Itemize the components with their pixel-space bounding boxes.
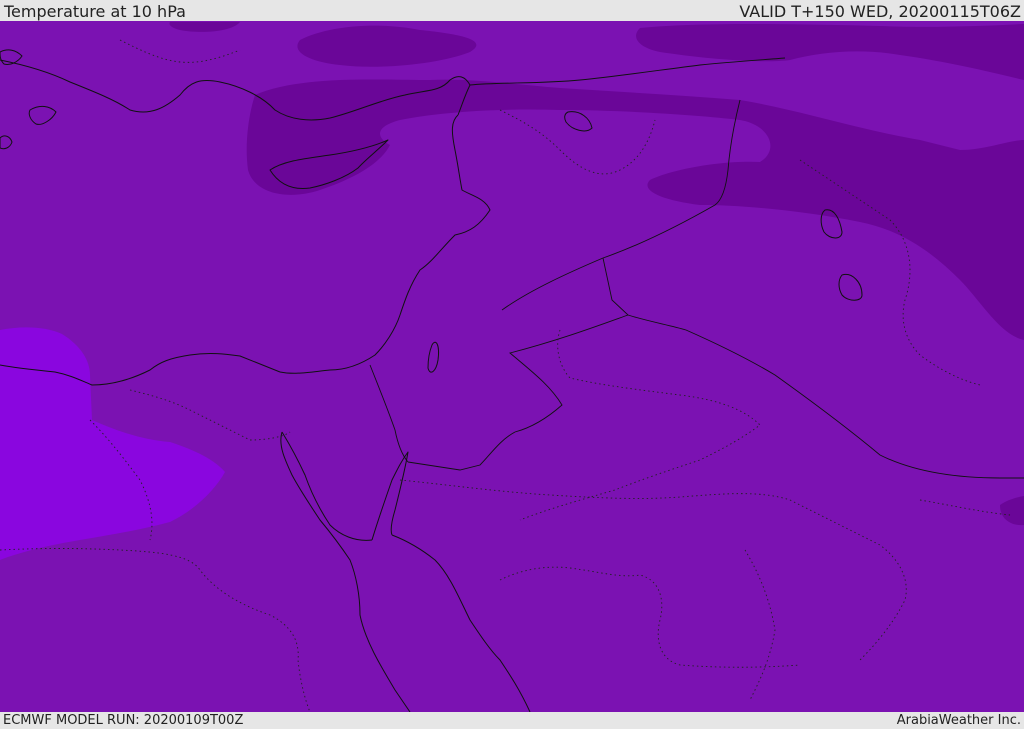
weather-map — [0, 21, 1024, 712]
model-run-label: ECMWF MODEL RUN: 20200109T00Z — [3, 713, 244, 728]
valid-time: VALID T+150 WED, 20200115T06Z — [739, 2, 1021, 21]
map-canvas — [0, 21, 1024, 712]
temperature-field-base — [0, 21, 1024, 712]
header-bar: Temperature at 10 hPa VALID T+150 WED, 2… — [0, 0, 1024, 21]
credit-label: ArabiaWeather Inc. — [896, 713, 1021, 728]
map-title: Temperature at 10 hPa — [4, 2, 186, 21]
footer-bar: ECMWF MODEL RUN: 20200109T00Z ArabiaWeat… — [0, 712, 1024, 729]
